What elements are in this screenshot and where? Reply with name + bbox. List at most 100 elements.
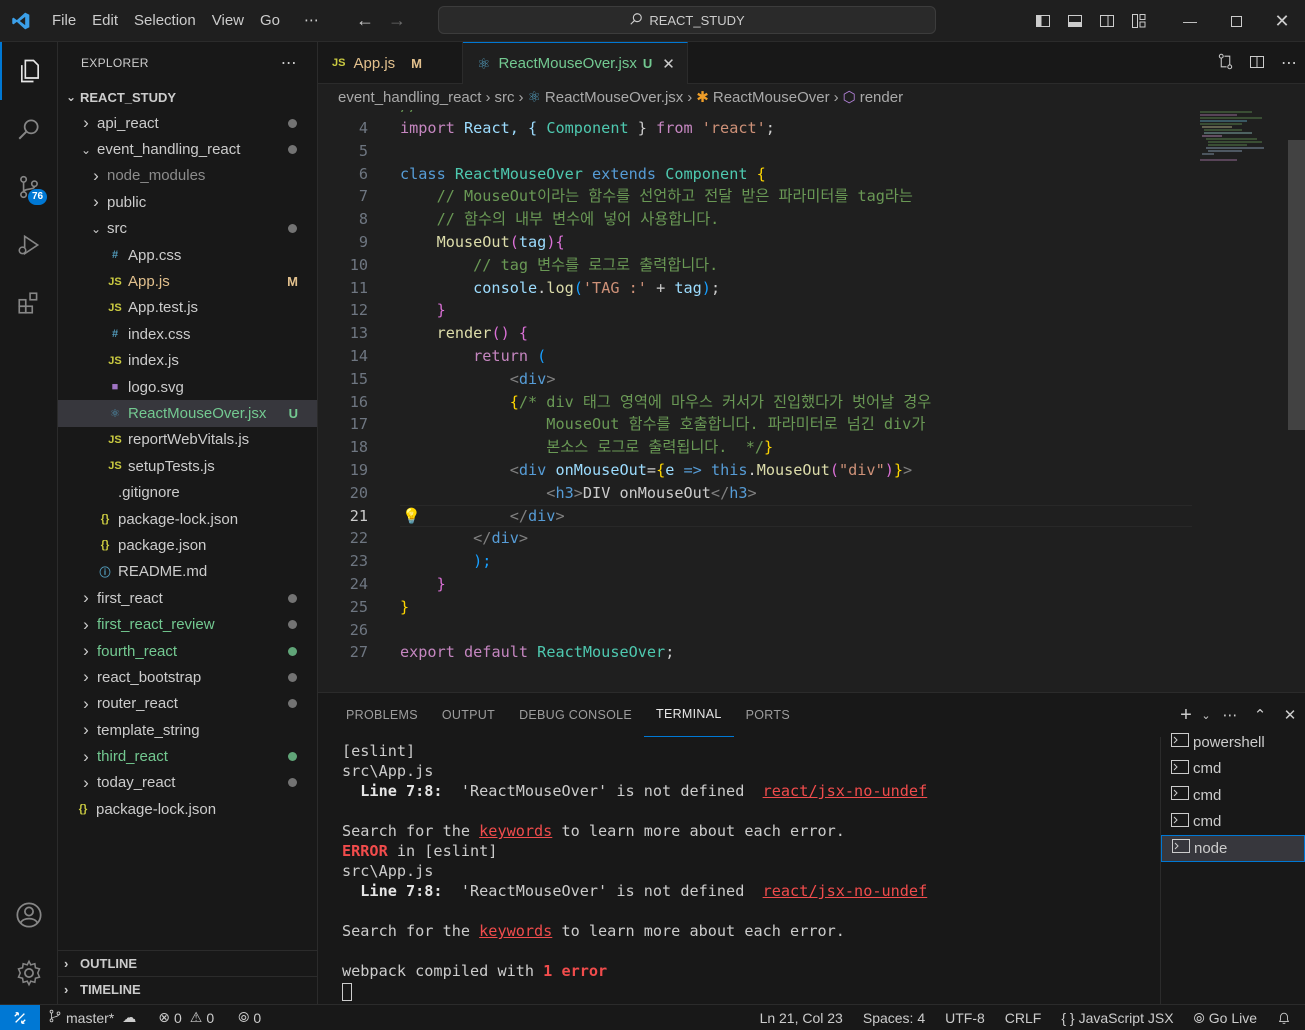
toggle-secondary-sidebar-icon[interactable] — [1091, 0, 1123, 42]
tab-problems[interactable]: PROBLEMS — [334, 693, 430, 737]
end-of-line[interactable]: CRLF — [995, 1010, 1052, 1026]
maximize-icon[interactable] — [1213, 0, 1259, 42]
indentation[interactable]: Spaces: 4 — [853, 1010, 935, 1026]
editor-more-icon[interactable]: ⋯ — [1273, 53, 1305, 73]
timeline-section[interactable]: › TIMELINE — [58, 976, 318, 1002]
forward-arrow-icon[interactable]: → — [381, 10, 413, 31]
file-item[interactable]: ⓘ README.md — [58, 559, 317, 585]
terminal-instance[interactable]: powershell — [1161, 729, 1305, 756]
breadcrumb-file[interactable]: ReactMouseOver.jsx — [545, 89, 683, 106]
split-editor-icon[interactable] — [1241, 54, 1273, 73]
folder-item[interactable]: › first_react_review — [58, 611, 317, 637]
language-mode[interactable]: { } JavaScript JSX — [1051, 1010, 1183, 1026]
folder-item[interactable]: ⌄ event_handling_react — [58, 136, 317, 162]
compare-changes-icon[interactable] — [1209, 53, 1241, 73]
tab-output[interactable]: OUTPUT — [430, 693, 507, 737]
menu-more[interactable]: ⋯ — [296, 6, 327, 36]
menu-selection[interactable]: Selection — [126, 6, 204, 36]
manage-gear-icon[interactable] — [0, 944, 58, 1002]
close-window-icon[interactable]: ✕ — [1259, 0, 1305, 42]
ports-status[interactable]: ⦾ 0 — [230, 1009, 269, 1026]
folder-item[interactable]: › router_react — [58, 691, 317, 717]
file-item[interactable]: {} package.json — [58, 532, 317, 558]
file-item[interactable]: JS index.js — [58, 348, 317, 374]
chevron-down-icon[interactable]: ⌄ — [1197, 709, 1215, 722]
notifications-bell-icon[interactable] — [1267, 1011, 1305, 1025]
accounts-icon[interactable] — [0, 886, 58, 944]
terminal-instance[interactable]: cmd — [1161, 809, 1305, 836]
terminal-link[interactable]: keywords — [479, 822, 552, 840]
folder-item[interactable]: › api_react — [58, 110, 317, 136]
outline-section[interactable]: › OUTLINE — [58, 950, 318, 976]
file-item[interactable]: JS App.test.js — [58, 295, 317, 321]
terminal-instance[interactable]: cmd — [1161, 756, 1305, 783]
folder-item[interactable]: › today_react — [58, 770, 317, 796]
file-item[interactable]: # App.css — [58, 242, 317, 268]
branch-status[interactable]: master* ☁ — [40, 1009, 144, 1026]
folder-item[interactable]: › public — [58, 189, 317, 215]
terminal-link[interactable]: react/jsx-no-undef — [763, 882, 928, 900]
panel-more-icon[interactable]: ⋯ — [1215, 706, 1245, 724]
encoding[interactable]: UTF-8 — [935, 1010, 995, 1026]
breadcrumb-folder[interactable]: event_handling_react — [338, 89, 481, 106]
folder-item[interactable]: ⌄ src — [58, 216, 317, 242]
command-center-search[interactable]: REACT_STUDY — [438, 6, 936, 34]
file-item[interactable]: JS setupTests.js — [58, 453, 317, 479]
terminal-instance[interactable]: cmd — [1161, 782, 1305, 809]
explorer-more-icon[interactable]: ⋯ — [281, 53, 297, 73]
folder-item[interactable]: › template_string — [58, 717, 317, 743]
tab-ports[interactable]: PORTS — [734, 693, 802, 737]
code-editor[interactable]: // 4 import React, { Component } from 're… — [318, 110, 1305, 692]
extensions-icon[interactable] — [0, 274, 58, 332]
file-item[interactable]: {} package-lock.json — [58, 506, 317, 532]
project-root[interactable]: ⌄ REACT_STUDY — [58, 84, 317, 110]
editor-scrollbar[interactable] — [1288, 140, 1305, 430]
remote-indicator-icon[interactable] — [0, 1004, 40, 1030]
folder-item[interactable]: › fourth_react — [58, 638, 317, 664]
menu-file[interactable]: File — [44, 6, 84, 36]
file-item[interactable]: ⚛ ReactMouseOver.jsx U — [58, 400, 317, 427]
maximize-panel-icon[interactable]: ⌃ — [1245, 706, 1275, 724]
folder-item[interactable]: › third_react — [58, 743, 317, 769]
file-item[interactable]: JS reportWebVitals.js — [58, 427, 317, 453]
breadcrumb-method[interactable]: render — [860, 89, 903, 106]
source-control-icon[interactable]: 76 — [0, 158, 58, 216]
folder-item[interactable]: › react_bootstrap — [58, 664, 317, 690]
tab-terminal[interactable]: TERMINAL — [644, 693, 734, 737]
search-icon[interactable] — [0, 100, 58, 158]
new-terminal-icon[interactable]: + — [1175, 704, 1197, 727]
menu-go[interactable]: Go — [252, 6, 288, 36]
file-item[interactable]: {} package-lock.json — [58, 796, 317, 822]
breadcrumb-class[interactable]: ReactMouseOver — [713, 89, 830, 106]
menu-edit[interactable]: Edit — [84, 6, 126, 36]
tab-debug-console[interactable]: DEBUG CONSOLE — [507, 693, 644, 737]
close-tab-icon[interactable]: ✕ — [662, 55, 675, 73]
minimap[interactable] — [1192, 110, 1292, 170]
explorer-icon[interactable] — [0, 42, 58, 100]
folder-item[interactable]: › node_modules — [58, 163, 317, 189]
terminal-link[interactable]: keywords — [479, 922, 552, 940]
customize-layout-icon[interactable] — [1123, 0, 1155, 42]
go-live-button[interactable]: ⦾ Go Live — [1184, 1010, 1267, 1027]
terminal-link[interactable]: react/jsx-no-undef — [763, 782, 928, 800]
back-arrow-icon[interactable]: ← — [349, 10, 381, 31]
file-item[interactable]: # index.css — [58, 321, 317, 347]
folder-item[interactable]: › first_react — [58, 585, 317, 611]
tab-reactmouseover-jsx[interactable]: ⚛ ReactMouseOver.jsx U ✕ — [463, 42, 688, 84]
toggle-panel-icon[interactable] — [1059, 0, 1091, 42]
run-debug-icon[interactable] — [0, 216, 58, 274]
cursor-position[interactable]: Ln 21, Col 23 — [750, 1010, 853, 1026]
file-item[interactable]: JS App.js M — [58, 268, 317, 294]
lightbulb-icon[interactable]: 💡 — [402, 507, 421, 525]
menu-view[interactable]: View — [204, 6, 252, 36]
file-item[interactable]: ■ logo.svg — [58, 374, 317, 400]
file-item[interactable]: .gitignore — [58, 479, 317, 505]
minimize-icon[interactable]: — — [1167, 0, 1213, 42]
tab-app-js[interactable]: JS App.js M — [318, 42, 463, 84]
terminal-output[interactable]: [eslint] src\App.js Line 7:8: 'ReactMouse… — [342, 741, 1152, 1003]
close-panel-icon[interactable]: ✕ — [1275, 706, 1305, 724]
breadcrumb-folder[interactable]: src — [494, 89, 514, 106]
toggle-primary-sidebar-icon[interactable] — [1027, 0, 1059, 42]
problems-status[interactable]: ⊗ 0 ⚠ 0 — [150, 1009, 222, 1026]
terminal-instance[interactable]: node — [1161, 835, 1305, 862]
